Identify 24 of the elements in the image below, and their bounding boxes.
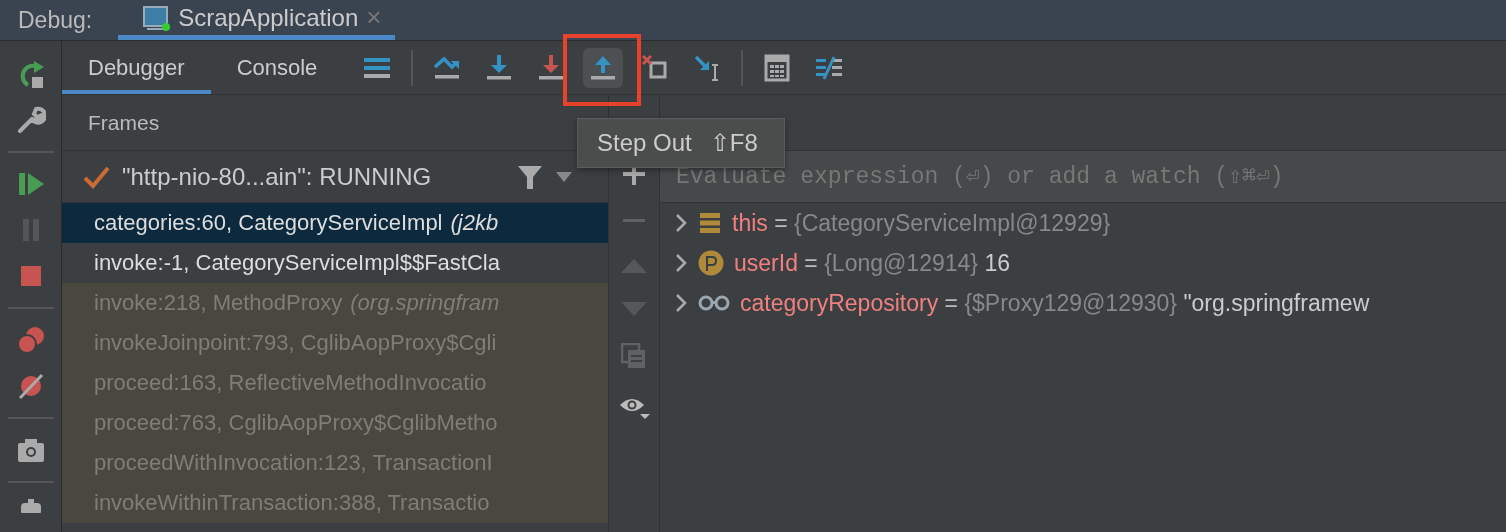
calculator-icon (762, 52, 793, 83)
step-out-button[interactable] (583, 47, 624, 88)
debug-label: Debug: (18, 6, 93, 34)
object-icon (698, 211, 722, 235)
run-tab[interactable]: ScrapApplication × (118, 0, 396, 40)
window-icon (142, 3, 171, 32)
variable-entry: categoryRepository = {$Proxy129@12930} "org.springframew (740, 289, 1370, 317)
close-icon[interactable]: × (366, 2, 382, 33)
stack-frame[interactable]: invoke:218, MethodProxy (org.springfram (62, 283, 608, 323)
stack-frame[interactable]: proceed:163, ReflectiveMethodInvocatio (62, 363, 608, 403)
glasses-icon (698, 294, 730, 312)
stack-frame[interactable]: proceed:763, CglibAopProxy$CglibMetho (62, 403, 608, 443)
parameter-icon (698, 250, 724, 276)
stack-frame[interactable]: invokeJoinpoint:793, CglibAopProxy$Cgli (62, 323, 608, 363)
thread-selector[interactable]: "http-nio-80...ain": RUNNING (122, 162, 504, 191)
tab[interactable]: Debugger (62, 41, 211, 94)
stack-frame[interactable]: invokeWithinTransaction:388, Transactio (62, 483, 608, 523)
wrench-icon[interactable] (15, 105, 46, 135)
stack-frame[interactable]: categories:60, CategoryServiceImpl (j2kb (62, 203, 608, 243)
variable-entry: this = {CategoryServiceImpl@12929} (732, 209, 1111, 237)
stack-frame[interactable]: proceedWithInvocation:123, TransactionI (62, 443, 608, 483)
tab[interactable]: Console (210, 41, 344, 94)
variable-entry: userId = {Long@12914} 16 (734, 249, 1010, 277)
dropdown-caret-icon[interactable] (556, 171, 572, 182)
